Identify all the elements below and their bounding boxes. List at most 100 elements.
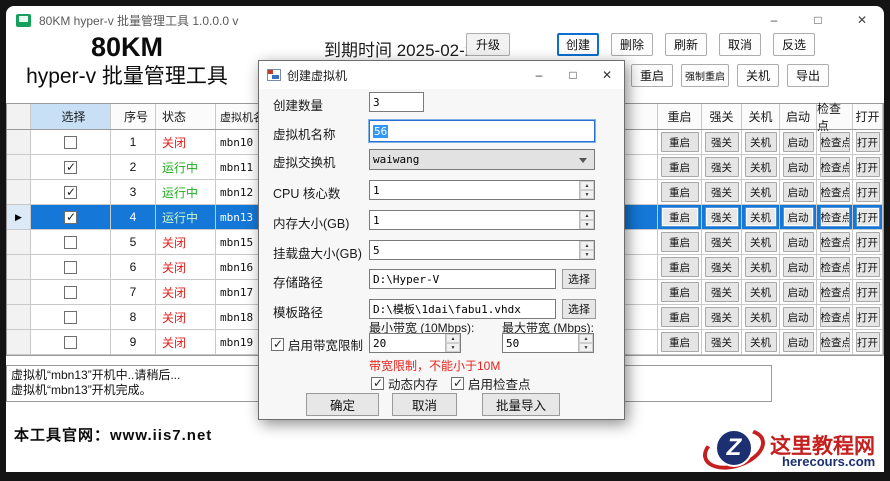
template-path-input[interactable] — [369, 299, 556, 319]
row-force-off-button[interactable]: 强关 — [704, 307, 739, 327]
header-shutdown[interactable]: 关机 — [742, 104, 780, 129]
row-checkbox[interactable] — [64, 185, 77, 199]
row-select-cell[interactable] — [31, 255, 111, 280]
row-select-cell[interactable] — [31, 180, 111, 205]
row-select-cell[interactable] — [31, 155, 111, 180]
row-checkbox[interactable] — [64, 160, 77, 174]
row-force-off-button[interactable]: 强关 — [704, 182, 739, 202]
row-start-button[interactable]: 启动 — [782, 207, 814, 227]
row-checkpoint-button[interactable]: 检查点 — [819, 257, 850, 277]
toolbar-button[interactable]: 反选 — [773, 33, 815, 56]
row-restart-button[interactable]: 重启 — [660, 307, 699, 327]
row-force-off-button[interactable]: 强关 — [704, 232, 739, 252]
spin-down-icon[interactable]: ▼ — [446, 343, 460, 352]
header-select[interactable]: 选择 — [31, 104, 111, 129]
disk-stepper[interactable]: 5 ▲ ▼ — [369, 240, 595, 260]
row-checkpoint-button[interactable]: 检查点 — [819, 132, 850, 152]
spin-up-icon[interactable]: ▲ — [579, 334, 593, 343]
row-checkpoint-button[interactable]: 检查点 — [819, 182, 850, 202]
toolbar-button[interactable]: 关机 — [737, 64, 779, 87]
batch-import-button[interactable]: 批量导入 — [482, 393, 560, 416]
row-restart-button[interactable]: 重启 — [660, 232, 699, 252]
row-force-off-button[interactable]: 强关 — [704, 207, 739, 227]
toolbar-button[interactable]: 删除 — [611, 33, 653, 56]
storage-path-input[interactable] — [369, 269, 556, 289]
maximize-button[interactable]: □ — [796, 6, 840, 34]
row-start-button[interactable]: 启动 — [782, 257, 814, 277]
row-force-off-button[interactable]: 强关 — [704, 157, 739, 177]
header-status[interactable]: 状态 — [156, 104, 216, 129]
row-restart-button[interactable]: 重启 — [660, 207, 699, 227]
spin-up-icon[interactable]: ▲ — [580, 181, 594, 190]
toolbar-button[interactable]: 创建 — [557, 33, 599, 56]
row-select-cell[interactable] — [31, 130, 111, 155]
row-shutdown-button[interactable]: 关机 — [744, 207, 777, 227]
row-checkpoint-button[interactable]: 检查点 — [819, 207, 850, 227]
row-start-button[interactable]: 启动 — [782, 282, 814, 302]
row-open-button[interactable]: 打开 — [855, 282, 880, 302]
spin-up-icon[interactable]: ▲ — [446, 334, 460, 343]
row-checkpoint-button[interactable]: 检查点 — [819, 307, 850, 327]
row-shutdown-button[interactable]: 关机 — [744, 132, 777, 152]
row-checkpoint-button[interactable]: 检查点 — [819, 332, 850, 352]
row-checkbox[interactable] — [64, 310, 77, 324]
header-restart[interactable]: 重启 — [658, 104, 702, 129]
dialog-minimize-button[interactable]: – — [522, 61, 556, 89]
dynamic-memory-option[interactable]: 动态内存 — [371, 374, 438, 393]
row-shutdown-button[interactable]: 关机 — [744, 282, 777, 302]
dialog-close-button[interactable]: ✕ — [590, 61, 624, 89]
row-start-button[interactable]: 启动 — [782, 182, 814, 202]
row-force-off-button[interactable]: 强关 — [704, 282, 739, 302]
spin-down-icon[interactable]: ▼ — [580, 220, 594, 229]
row-restart-button[interactable]: 重启 — [660, 332, 699, 352]
row-force-off-button[interactable]: 强关 — [704, 332, 739, 352]
spin-down-icon[interactable]: ▼ — [580, 190, 594, 199]
row-open-button[interactable]: 打开 — [855, 257, 880, 277]
row-shutdown-button[interactable]: 关机 — [744, 232, 777, 252]
spin-up-icon[interactable]: ▲ — [580, 241, 594, 250]
cpu-stepper[interactable]: 1 ▲ ▼ — [369, 180, 595, 200]
row-force-off-button[interactable]: 强关 — [704, 257, 739, 277]
toolbar-button[interactable]: 取消 — [719, 33, 761, 56]
row-checkpoint-button[interactable]: 检查点 — [819, 232, 850, 252]
header-checkpoint[interactable]: 检查点 — [817, 102, 853, 133]
row-open-button[interactable]: 打开 — [855, 132, 880, 152]
row-select-cell[interactable] — [31, 205, 111, 230]
row-shutdown-button[interactable]: 关机 — [744, 332, 777, 352]
toolbar-button[interactable]: 重启 — [631, 64, 673, 87]
header-start[interactable]: 启动 — [780, 104, 817, 129]
header-force-off[interactable]: 强关 — [702, 104, 742, 129]
row-checkbox[interactable] — [64, 235, 77, 249]
row-checkbox[interactable] — [64, 285, 77, 299]
upgrade-button[interactable]: 升级 — [466, 33, 510, 56]
row-select-cell[interactable] — [31, 280, 111, 305]
row-force-off-button[interactable]: 强关 — [704, 132, 739, 152]
row-checkbox[interactable] — [64, 210, 77, 224]
dynamic-memory-checkbox[interactable] — [371, 376, 384, 390]
row-select-cell[interactable] — [31, 230, 111, 255]
row-open-button[interactable]: 打开 — [855, 207, 880, 227]
vm-name-input[interactable]: 56 — [369, 120, 595, 142]
dialog-maximize-button[interactable]: □ — [556, 61, 590, 89]
row-shutdown-button[interactable]: 关机 — [744, 182, 777, 202]
row-select-cell[interactable] — [31, 305, 111, 330]
row-open-button[interactable]: 打开 — [855, 232, 880, 252]
close-button[interactable]: ✕ — [840, 6, 884, 34]
row-checkbox[interactable] — [64, 335, 77, 349]
spin-down-icon[interactable]: ▼ — [580, 250, 594, 259]
checkpoint-option[interactable]: 启用检查点 — [451, 374, 531, 393]
memory-stepper[interactable]: 1 ▲ ▼ — [369, 210, 595, 230]
row-checkbox[interactable] — [64, 260, 77, 274]
row-checkbox[interactable] — [64, 135, 77, 149]
ok-button[interactable]: 确定 — [306, 393, 379, 416]
max-bandwidth-stepper[interactable]: 50 ▲ ▼ — [502, 333, 594, 353]
toolbar-button[interactable]: 刷新 — [665, 33, 707, 56]
row-shutdown-button[interactable]: 关机 — [744, 257, 777, 277]
row-start-button[interactable]: 启动 — [782, 232, 814, 252]
cancel-button[interactable]: 取消 — [392, 393, 457, 416]
row-checkpoint-button[interactable]: 检查点 — [819, 157, 850, 177]
header-open[interactable]: 打开 — [853, 104, 883, 129]
row-start-button[interactable]: 启动 — [782, 307, 814, 327]
toolbar-button[interactable]: 导出 — [787, 64, 829, 87]
row-restart-button[interactable]: 重启 — [660, 182, 699, 202]
